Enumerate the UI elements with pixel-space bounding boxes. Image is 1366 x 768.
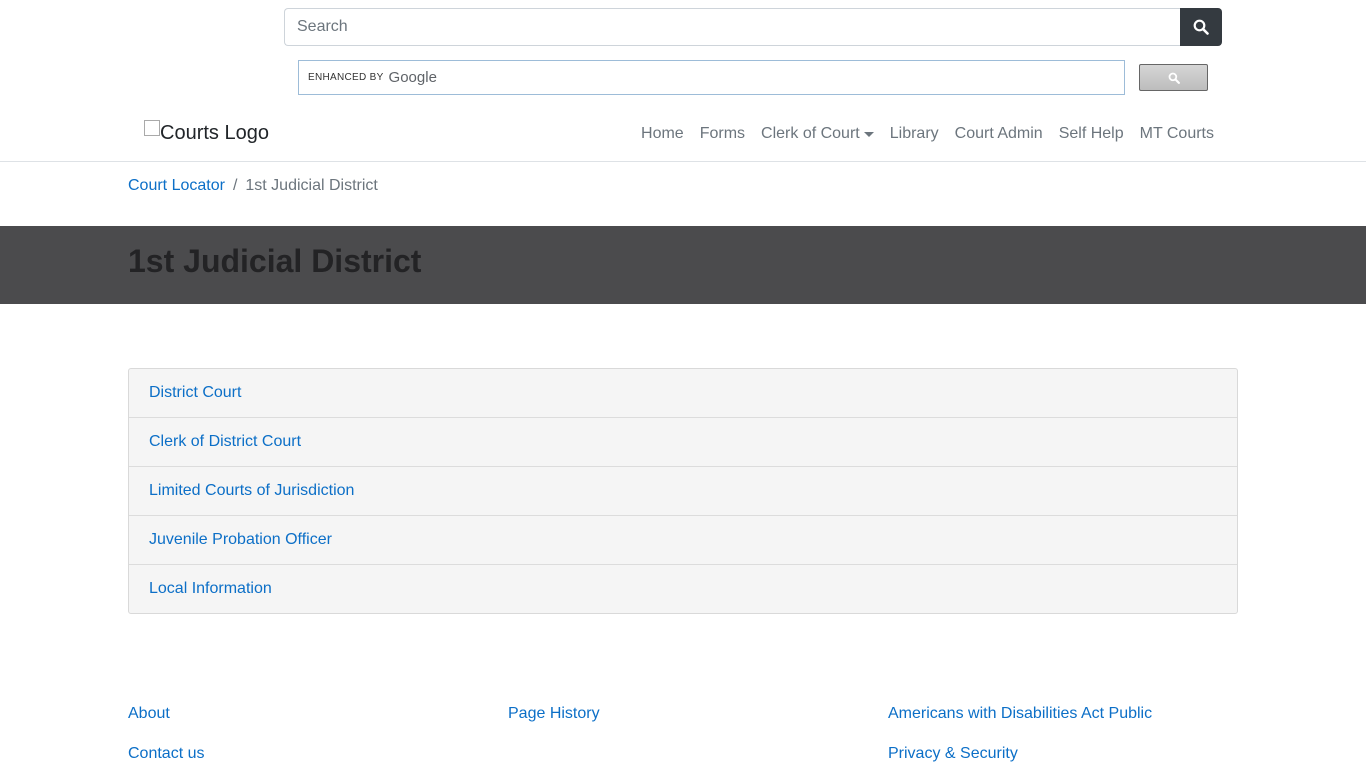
search-icon: [1193, 19, 1209, 35]
list-item: Clerk of District Court: [129, 418, 1237, 467]
link-juvenile-probation-officer[interactable]: Juvenile Probation Officer: [149, 531, 332, 549]
search-input[interactable]: [284, 8, 1180, 46]
footer-contact-link[interactable]: Contact us: [128, 745, 204, 763]
nav-mt-courts[interactable]: MT Courts: [1132, 125, 1222, 143]
link-clerk-of-district-court[interactable]: Clerk of District Court: [149, 433, 301, 451]
google-search-button[interactable]: [1139, 64, 1208, 91]
search-button[interactable]: [1180, 8, 1222, 46]
nav-library[interactable]: Library: [882, 125, 947, 143]
link-limited-courts[interactable]: Limited Courts of Jurisdiction: [149, 482, 354, 500]
page-banner: 1st Judicial District: [0, 226, 1366, 304]
nav-self-help[interactable]: Self Help: [1051, 125, 1132, 143]
caret-down-icon: [863, 131, 874, 137]
google-search-input[interactable]: ENHANCED BY Google: [298, 60, 1125, 95]
breadcrumb: Court Locator / 1st Judicial District: [128, 177, 378, 195]
nav-home[interactable]: Home: [633, 125, 692, 143]
footer-ada-link[interactable]: Americans with Disabilities Act Public: [888, 705, 1152, 723]
site-search: [284, 8, 1222, 46]
breadcrumb-separator: /: [232, 177, 238, 194]
footer-page-history-link[interactable]: Page History: [508, 705, 600, 723]
link-local-information[interactable]: Local Information: [149, 580, 272, 598]
breadcrumb-current: 1st Judicial District: [245, 177, 378, 194]
broken-image-icon: [144, 120, 160, 136]
nav-court-admin[interactable]: Court Admin: [947, 125, 1051, 143]
list-item: Limited Courts of Jurisdiction: [129, 467, 1237, 516]
courts-logo[interactable]: Courts Logo: [144, 118, 269, 145]
page-title: 1st Judicial District: [128, 243, 422, 279]
google-logo: Google: [388, 69, 437, 86]
list-item: District Court: [129, 369, 1237, 418]
list-item: Juvenile Probation Officer: [129, 516, 1237, 565]
link-district-court[interactable]: District Court: [149, 384, 241, 402]
breadcrumb-court-locator[interactable]: Court Locator: [128, 177, 225, 195]
list-item: Local Information: [129, 565, 1237, 613]
navbar: Courts Logo Home Forms Clerk of Court Li…: [0, 106, 1366, 162]
footer-about-link[interactable]: About: [128, 705, 170, 723]
nav-forms[interactable]: Forms: [692, 125, 753, 143]
section-list: District Court Clerk of District Court L…: [128, 368, 1238, 614]
main-nav: Home Forms Clerk of Court Library Court …: [633, 106, 1222, 162]
footer-privacy-link[interactable]: Privacy & Security: [888, 745, 1018, 763]
nav-clerk-of-court-dropdown[interactable]: Clerk of Court: [753, 125, 882, 143]
nav-clerk-of-court-label: Clerk of Court: [761, 125, 860, 142]
enhanced-by-label: ENHANCED BY: [308, 72, 384, 83]
logo-alt-text: Courts Logo: [160, 122, 269, 144]
search-icon: [1168, 72, 1180, 84]
